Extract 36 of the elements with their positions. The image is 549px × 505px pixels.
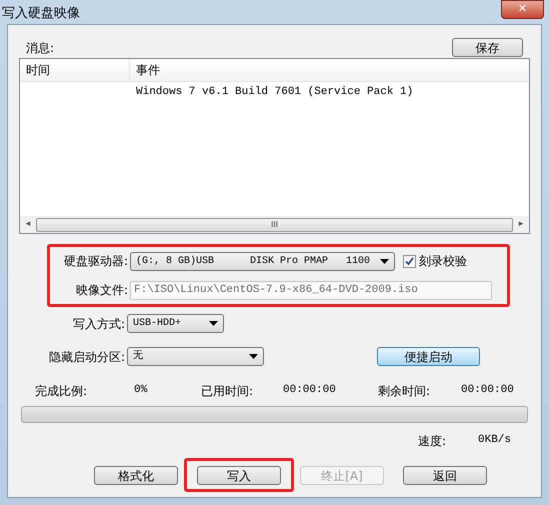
- window-title: 写入硬盘映像: [2, 5, 80, 23]
- stat-label: 剩余时间:: [378, 383, 432, 400]
- stat-value: 0%: [134, 383, 148, 398]
- write-mode-dropdown[interactable]: USB-HDD+: [127, 314, 224, 333]
- horizontal-scrollbar[interactable]: ◂ III ▸: [20, 216, 529, 233]
- hidden-partition-dropdown[interactable]: 无: [127, 347, 264, 366]
- stat-label: 已用时间:: [201, 383, 254, 400]
- stat-label: 完成比例:: [35, 383, 88, 400]
- speed-label: 速度:: [418, 433, 448, 450]
- stat-value: 00:00:00: [461, 383, 514, 398]
- hidden-partition-label: 隐藏启动分区:: [48, 348, 125, 366]
- column-header[interactable]: 时间: [20, 59, 130, 81]
- dialog-button[interactable]: 返回: [403, 466, 487, 484]
- scroll-right-button[interactable]: ▸: [515, 218, 527, 232]
- messages-label: 消息:: [26, 40, 54, 57]
- verify-label: 刻录校验: [419, 253, 467, 270]
- checkmark-icon: [405, 256, 414, 266]
- drive-label: 硬盘驱动器:: [62, 253, 128, 270]
- dialog-button[interactable]: 写入: [197, 466, 281, 484]
- write-mode-label: 写入方式:: [72, 316, 125, 332]
- save-button[interactable]: 保存: [452, 38, 523, 57]
- speed-value: 0KB/s: [478, 433, 512, 448]
- verify-checkbox[interactable]: [403, 254, 416, 268]
- image-file-label: 映像文件:: [74, 282, 128, 299]
- column-header[interactable]: 事件: [130, 59, 529, 81]
- dropdown-caret-icon: [380, 258, 389, 264]
- table-cell-text: Windows 7 v6.1 Build 7601 (Service Pack 1): [135, 84, 414, 100]
- dropdown-caret-icon: [209, 321, 218, 326]
- quick-boot-button[interactable]: 便捷启动: [377, 347, 480, 366]
- stat-value: 00:00:00: [283, 383, 336, 398]
- scroll-thumb[interactable]: III: [36, 218, 513, 232]
- scroll-left-button[interactable]: ◂: [22, 218, 34, 232]
- dropdown-caret-icon: [249, 354, 258, 359]
- dialog-button[interactable]: 格式化: [94, 466, 178, 484]
- drive-dropdown[interactable]: (G:, 8 GB)USB DISK Pro PMAP 1100: [130, 252, 395, 270]
- image-file-field[interactable]: F:\ISO\Linux\CentOS-7.9-x86_64-DVD-2009.iso: [130, 280, 492, 300]
